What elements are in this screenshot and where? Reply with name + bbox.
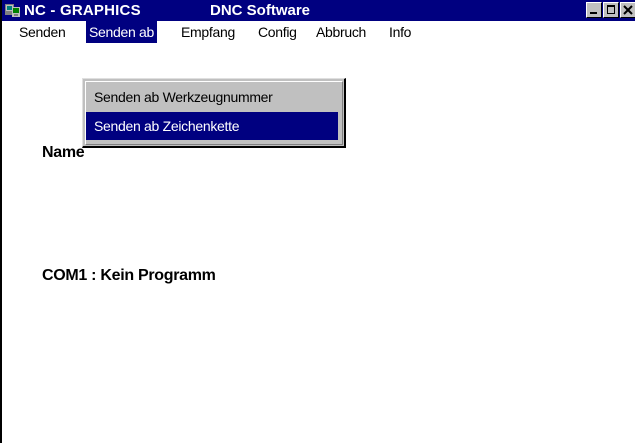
title-bar[interactable]: NC - GRAPHICS DNC Software (2, 0, 635, 21)
menu-empfang[interactable]: Empfang (178, 21, 238, 43)
window-title: NC - GRAPHICS (24, 2, 141, 19)
minimize-button[interactable] (586, 2, 602, 18)
window-subtitle: DNC Software (210, 2, 311, 19)
name-label: Name (42, 144, 85, 161)
com-status: COM1 : Kein Programm (42, 267, 216, 284)
menu-bar: Senden Senden ab Empfang Config Abbruch … (2, 21, 635, 43)
menu-info[interactable]: Info (386, 21, 414, 43)
menu-item-senden-ab-zeichenkette[interactable]: Senden ab Zeichenkette (86, 112, 338, 140)
app-window: NC - GRAPHICS DNC Software Senden Senden… (0, 0, 635, 443)
menu-abbruch[interactable]: Abbruch (313, 21, 369, 43)
close-button[interactable] (620, 2, 635, 18)
menu-senden-ab[interactable]: Senden ab (86, 21, 158, 43)
close-icon (623, 5, 633, 15)
menu-item-senden-ab-werkzeugnummer[interactable]: Senden ab Werkzeugnummer (86, 83, 338, 111)
senden-ab-dropdown: Senden ab Werkzeugnummer Senden ab Zeich… (82, 78, 346, 148)
app-icon[interactable] (4, 2, 21, 18)
menu-senden[interactable]: Senden (16, 21, 68, 43)
maximize-button[interactable] (603, 2, 619, 18)
menu-config[interactable]: Config (255, 21, 300, 43)
